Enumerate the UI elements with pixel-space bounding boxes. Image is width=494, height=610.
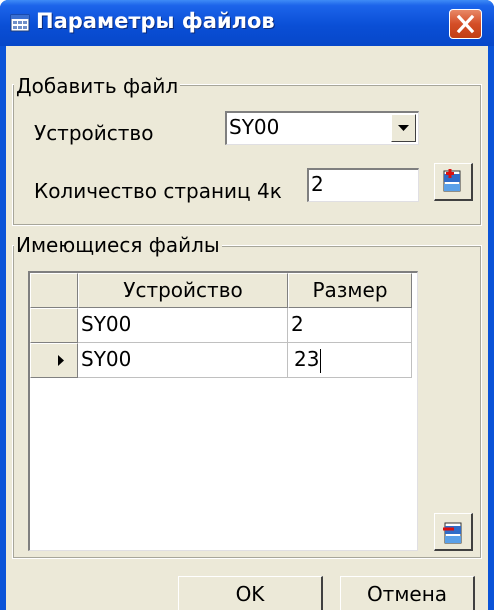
- add-file-group-title: Добавить файл: [14, 74, 181, 98]
- cancel-button[interactable]: Отмена: [340, 576, 475, 610]
- device-label: Устройство: [34, 121, 154, 145]
- table-cell-size[interactable]: 2: [288, 308, 412, 343]
- device-dropdown-button[interactable]: [391, 114, 416, 142]
- column-header-size[interactable]: Размер: [288, 273, 412, 308]
- close-icon: [456, 14, 475, 34]
- device-select[interactable]: SY00: [225, 111, 419, 145]
- row-header-current[interactable]: [30, 343, 78, 378]
- device-select-value: SY00: [229, 115, 280, 139]
- dialog-window: Параметры файлов Добавить файл Устройств…: [0, 0, 494, 610]
- column-header-device[interactable]: Устройство: [78, 273, 288, 308]
- text-caret: [320, 348, 322, 373]
- table-cell-device[interactable]: SY00: [78, 308, 288, 343]
- ok-button[interactable]: OK: [178, 576, 323, 610]
- close-button[interactable]: [449, 9, 482, 39]
- pages-input-value: 2: [311, 172, 324, 196]
- remove-file-icon: [443, 522, 462, 544]
- add-file-icon: [443, 169, 461, 192]
- window-title: Параметры файлов: [36, 9, 275, 33]
- remove-file-button[interactable]: [434, 513, 473, 551]
- grid-corner-header: [30, 273, 78, 308]
- chevron-down-icon: [398, 125, 409, 131]
- pages-label: Количество страниц 4к: [34, 179, 282, 203]
- files-grid[interactable]: Устройство Размер SY00 2 SY00 23: [28, 271, 418, 551]
- pages-input[interactable]: 2: [307, 168, 419, 202]
- dialog-client-area: Добавить файл Устройство SY00 Количество…: [6, 46, 488, 610]
- table-cell-size-value: 23: [294, 347, 320, 371]
- existing-files-group-title: Имеющиеся файлы: [14, 233, 222, 257]
- row-header[interactable]: [30, 308, 78, 343]
- table-cell-size-editing[interactable]: 23: [288, 343, 412, 378]
- add-file-group: [12, 84, 482, 226]
- add-file-button[interactable]: [434, 163, 473, 201]
- row-pointer-icon: [58, 355, 64, 366]
- table-cell-device[interactable]: SY00: [78, 343, 288, 378]
- title-bar[interactable]: Параметры файлов: [0, 0, 494, 46]
- window-app-icon: [10, 14, 30, 32]
